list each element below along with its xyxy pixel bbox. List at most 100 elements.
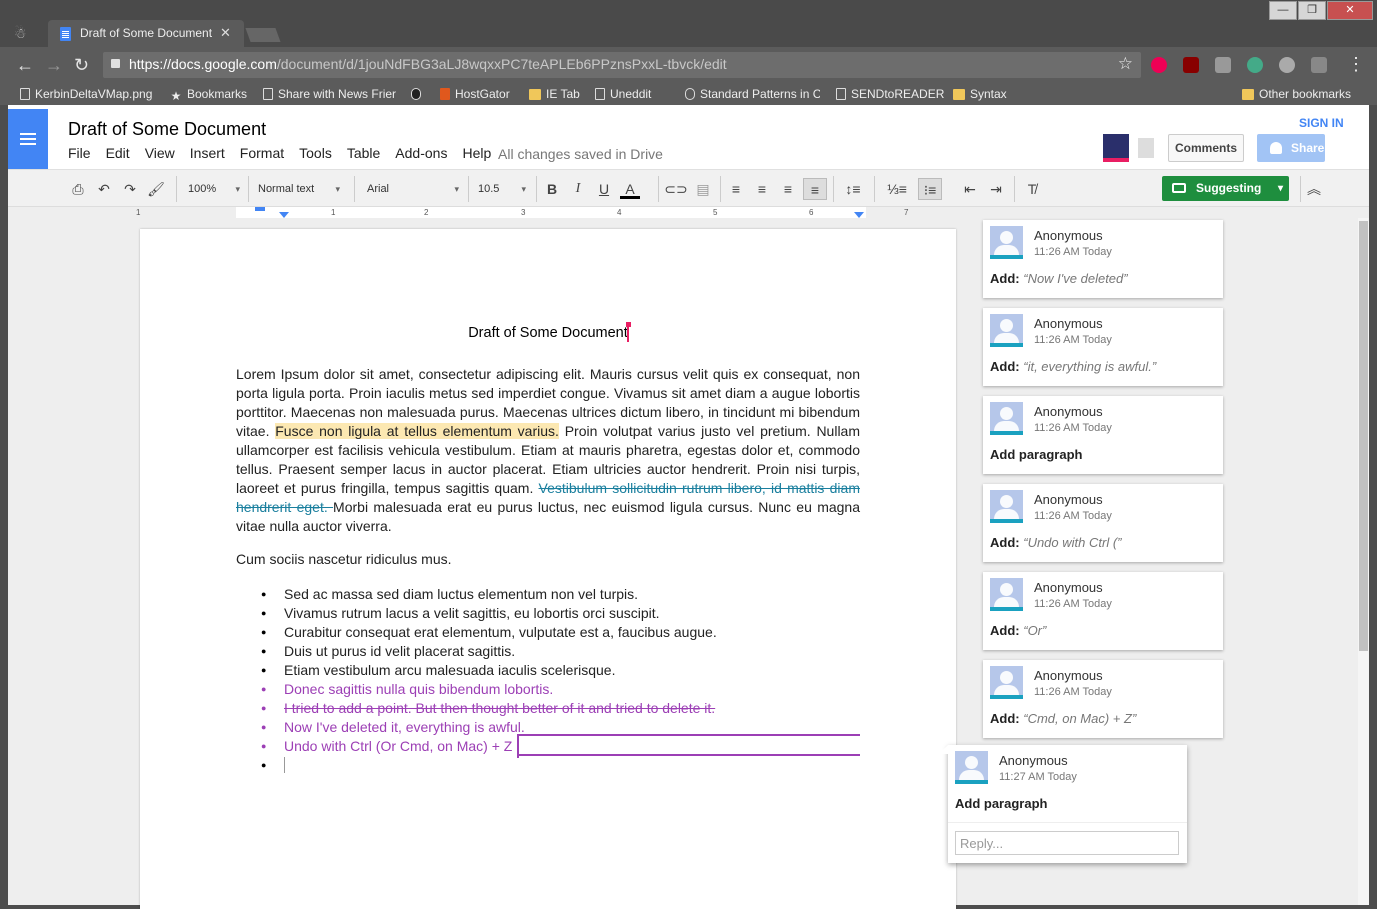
sign-in-link[interactable]: SIGN IN [1299,116,1344,130]
link-icon[interactable]: ⊂⊃ [664,178,688,200]
italic-icon[interactable]: I [568,178,588,200]
print-icon[interactable]: ⎙ [68,178,88,200]
zoom-select[interactable]: 100% [184,178,244,200]
menu-file[interactable]: File [68,145,91,161]
bulleted-list-icon[interactable]: ⁝≡ [918,178,942,200]
maximize-button[interactable]: ❐ [1298,1,1326,20]
chat-icon[interactable] [1138,138,1154,158]
suggestion-comment[interactable]: Anonymous 11:26 AM Today Add: “it, every… [983,308,1223,386]
font-size-select[interactable]: 10.5 [474,178,530,200]
font-select[interactable]: Arial [363,178,463,200]
profile-icon[interactable]: ☃ [14,25,27,42]
list-item[interactable]: Vivamus rutrum lacus a velit sagittis, e… [236,604,876,623]
suggested-list-item[interactable]: Donec sagittis nulla quis bibendum lobor… [236,680,876,699]
menu-view[interactable]: View [145,145,175,161]
bookmark-item[interactable]: SENDtoREADER [836,86,944,102]
bookmark-item[interactable]: Share with News Frier [263,86,396,102]
collapse-icon[interactable]: ︽ [1304,178,1324,200]
address-bar[interactable]: https://docs.google.com/document/d/1jouN… [103,52,1141,78]
forward-icon[interactable]: → [45,55,63,75]
scrollbar[interactable] [1358,218,1369,905]
browser-menu-icon[interactable]: ⋮ [1347,54,1365,74]
back-icon[interactable]: ← [16,55,34,75]
increase-indent-icon[interactable]: ⇥ [986,178,1006,200]
align-right-icon[interactable]: ≡ [778,178,798,200]
align-center-icon[interactable]: ≡ [752,178,772,200]
menu-tools[interactable]: Tools [299,145,332,161]
bookmark-item[interactable] [411,86,426,102]
list-item[interactable]: Sed ac massa sed diam luctus elementum n… [236,585,876,604]
bookmark-item[interactable]: IE Tab [529,86,580,102]
close-window-button[interactable]: ✕ [1327,1,1373,20]
comment-icon[interactable]: ▤ [693,178,713,200]
browser-tab[interactable]: Draft of Some Document ✕ [48,20,244,47]
undo-icon[interactable]: ↶ [94,178,114,200]
scrollbar-thumb[interactable] [1359,221,1368,651]
suggestion-comment[interactable]: Anonymous 11:26 AM Today Add: “Cmd, on M… [983,660,1223,738]
align-left-icon[interactable]: ≡ [726,178,746,200]
menu-format[interactable]: Format [240,145,284,161]
paragraph[interactable]: Cum sociis nascetur ridiculus mus. [236,551,452,567]
bold-icon[interactable]: B [542,178,562,200]
comments-button[interactable]: Comments [1168,134,1244,162]
bookmark-item[interactable]: Syntax [953,86,1007,102]
docs-logo-icon[interactable] [8,109,48,169]
list-item[interactable]: Etiam vestibulum arcu malesuada iaculis … [236,661,876,680]
style-select[interactable]: Normal text [254,178,344,200]
bookmark-item[interactable]: KerbinDeltaVMap.png [20,86,152,102]
bookmark-star-icon[interactable]: ☆ [1118,54,1133,74]
ublock-icon[interactable] [1183,57,1199,73]
document-heading[interactable]: Draft of Some Document [140,325,956,341]
share-button[interactable]: Share [1257,134,1325,162]
extension-icon[interactable] [1151,57,1167,73]
suggestion-comment[interactable]: Anonymous 11:26 AM Today Add paragraph [983,396,1223,474]
other-bookmarks[interactable]: Other bookmarks [1242,86,1351,102]
bookmark-item[interactable]: HostGator [440,86,510,102]
menu-table[interactable]: Table [347,145,380,161]
ruler[interactable]: 1 1 2 3 4 5 6 7 [8,207,1369,218]
decrease-indent-icon[interactable]: ⇤ [960,178,980,200]
underline-icon[interactable]: U [594,178,614,200]
extension-icon[interactable] [1247,57,1263,73]
close-tab-icon[interactable]: ✕ [220,25,231,41]
collaborator-avatar[interactable] [1103,134,1129,162]
document-title[interactable]: Draft of Some Document [68,119,266,140]
first-line-indent-marker[interactable] [255,207,265,211]
redo-icon[interactable]: ↷ [120,178,140,200]
menu-insert[interactable]: Insert [190,145,225,161]
bookmark-item[interactable]: Uneddit [595,86,651,102]
suggestion-comment[interactable]: Anonymous 11:26 AM Today Add: “Now I've … [983,220,1223,298]
save-status[interactable]: All changes saved in Drive [498,146,663,162]
menu-help[interactable]: Help [462,145,491,161]
reload-icon[interactable]: ↻ [74,55,89,75]
empty-list-item[interactable] [236,756,876,775]
menu-addons[interactable]: Add-ons [395,145,447,161]
bookmark-item[interactable]: ★ Bookmarks [170,86,247,103]
avatar [990,226,1023,259]
text-color-icon[interactable]: A [620,178,640,199]
suggesting-mode-button[interactable]: Suggesting [1162,176,1289,201]
suggested-deleted-item[interactable]: I tried to add a point. But then thought… [236,699,876,718]
clear-formatting-icon[interactable]: T̸ [1022,178,1042,200]
minimize-button[interactable]: — [1269,1,1297,20]
justify-icon[interactable]: ≡ [803,178,827,200]
bookmark-item[interactable]: Standard Patterns in C [685,86,820,102]
new-tab-button[interactable] [245,28,281,42]
numbered-list-icon[interactable]: ⅓≡ [882,178,912,200]
reply-input[interactable]: Reply... [955,831,1179,855]
paragraph[interactable]: Lorem Ipsum dolor sit amet, consectetur … [236,365,860,536]
left-indent-marker[interactable] [279,212,289,218]
suggestion-comment[interactable]: Anonymous 11:26 AM Today Add: “Undo with… [983,484,1223,562]
line-spacing-icon[interactable]: ↕≡ [840,178,866,200]
suggestion-comment[interactable]: Anonymous 11:26 AM Today Add: “Or” [983,572,1223,650]
list-item[interactable]: Curabitur consequat erat elementum, vulp… [236,623,876,642]
right-indent-marker[interactable] [854,212,864,218]
extension-icon[interactable] [1279,57,1295,73]
extension-icon[interactable] [1311,57,1327,73]
paint-format-icon[interactable]: 🖌 [146,178,166,200]
extension-icon[interactable] [1215,57,1231,73]
active-suggestion-comment[interactable]: Anonymous 11:27 AM Today Add paragraph R… [939,745,1187,863]
menu-edit[interactable]: Edit [106,145,130,161]
list-item[interactable]: Duis ut purus id velit placerat sagittis… [236,642,876,661]
document-page[interactable]: Draft of Some Document Lorem Ipsum dolor… [140,229,956,909]
